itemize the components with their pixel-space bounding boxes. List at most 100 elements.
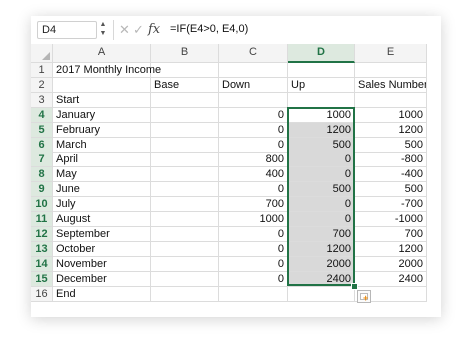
cell-a16[interactable]: End <box>53 286 151 302</box>
cell-c5[interactable]: 0 <box>219 122 288 138</box>
quick-analysis-button[interactable]: + <box>357 289 371 303</box>
cell-a3[interactable]: Start <box>53 92 151 108</box>
cell-c13[interactable]: 0 <box>219 241 288 257</box>
row-header[interactable]: 7 <box>31 152 53 168</box>
cell-c2[interactable]: Down <box>219 77 288 93</box>
cell-b13[interactable] <box>151 241 219 257</box>
row-header[interactable]: 5 <box>31 122 53 138</box>
cell-d10[interactable]: 0 <box>288 197 355 213</box>
cell-c16[interactable] <box>219 286 288 302</box>
cell-e4[interactable]: 1000 <box>355 107 427 123</box>
cell-d15[interactable]: 2400 <box>288 271 355 287</box>
column-header-e[interactable]: E <box>355 44 427 63</box>
cell-b3[interactable] <box>151 92 219 108</box>
cell-c4[interactable]: 0 <box>219 107 288 123</box>
cell-b7[interactable] <box>151 152 219 168</box>
cell-d9[interactable]: 500 <box>288 182 355 198</box>
select-all-corner[interactable] <box>31 44 53 63</box>
cell-a6[interactable]: March <box>53 137 151 153</box>
cell-e15[interactable]: 2400 <box>355 271 427 287</box>
cell-b2[interactable]: Base <box>151 77 219 93</box>
cell-a12[interactable]: September <box>53 226 151 242</box>
cell-b11[interactable] <box>151 212 219 227</box>
cell-e14[interactable]: 2000 <box>355 256 427 272</box>
cell-b6[interactable] <box>151 137 219 153</box>
cell-d11[interactable]: 0 <box>288 212 355 227</box>
cell-a15[interactable]: December <box>53 271 151 287</box>
cell-d16[interactable] <box>288 286 355 302</box>
cell-e5[interactable]: 1200 <box>355 122 427 138</box>
row-header[interactable]: 13 <box>31 241 53 257</box>
cell-b12[interactable] <box>151 226 219 242</box>
cell-d3[interactable] <box>288 92 355 108</box>
cell-e7[interactable]: -800 <box>355 152 427 168</box>
cell-e8[interactable]: -400 <box>355 167 427 183</box>
cell-d14[interactable]: 2000 <box>288 256 355 272</box>
row-header[interactable]: 6 <box>31 137 53 153</box>
cell-e6[interactable]: 500 <box>355 137 427 153</box>
row-header[interactable]: 1 <box>31 63 53 78</box>
row-header[interactable]: 4 <box>31 107 53 123</box>
column-header-d[interactable]: D <box>288 44 355 63</box>
cell-c9[interactable]: 0 <box>219 182 288 198</box>
cell-c14[interactable]: 0 <box>219 256 288 272</box>
row-header[interactable]: 12 <box>31 226 53 242</box>
cell-a4[interactable]: January <box>53 107 151 123</box>
cell-d7[interactable]: 0 <box>288 152 355 168</box>
cell-e13[interactable]: 1200 <box>355 241 427 257</box>
cell-a13[interactable]: October <box>53 241 151 257</box>
cell-e12[interactable]: 700 <box>355 226 427 242</box>
cell-d1[interactable] <box>288 63 355 78</box>
cell-b8[interactable] <box>151 167 219 183</box>
cell-c10[interactable]: 700 <box>219 197 288 213</box>
cell-c12[interactable]: 0 <box>219 226 288 242</box>
row-header[interactable]: 8 <box>31 167 53 183</box>
cell-d6[interactable]: 500 <box>288 137 355 153</box>
cell-a9[interactable]: June <box>53 182 151 198</box>
row-header[interactable]: 9 <box>31 182 53 198</box>
cell-a8[interactable]: May <box>53 167 151 183</box>
cell-e9[interactable]: 500 <box>355 182 427 198</box>
row-header[interactable]: 3 <box>31 92 53 108</box>
column-header-b[interactable]: B <box>151 44 219 63</box>
row-header[interactable]: 15 <box>31 271 53 287</box>
cell-b14[interactable] <box>151 256 219 272</box>
cell-e1[interactable] <box>355 63 427 78</box>
insert-function-icon[interactable]: fx <box>148 21 160 38</box>
cell-b15[interactable] <box>151 271 219 287</box>
cell-a11[interactable]: August <box>53 212 151 227</box>
row-header[interactable]: 2 <box>31 77 53 93</box>
cell-c3[interactable] <box>219 92 288 108</box>
cell-d13[interactable]: 1200 <box>288 241 355 257</box>
cell-b4[interactable] <box>151 107 219 123</box>
enter-icon[interactable]: ✓ <box>133 22 144 38</box>
name-box[interactable]: D4 <box>37 21 97 39</box>
cell-a2[interactable] <box>53 77 151 93</box>
row-header[interactable]: 11 <box>31 212 53 227</box>
cell-b1[interactable] <box>151 63 219 78</box>
cell-c15[interactable]: 0 <box>219 271 288 287</box>
cell-b5[interactable] <box>151 122 219 138</box>
cell-b16[interactable] <box>151 286 219 302</box>
cancel-icon[interactable]: ✕ <box>119 22 130 38</box>
cell-b10[interactable] <box>151 197 219 213</box>
cell-e10[interactable]: -700 <box>355 197 427 213</box>
cell-d8[interactable]: 0 <box>288 167 355 183</box>
cell-a1[interactable]: 2017 Monthly Income <box>53 63 161 78</box>
row-header[interactable]: 10 <box>31 197 53 213</box>
cell-a14[interactable]: November <box>53 256 151 272</box>
cell-c8[interactable]: 400 <box>219 167 288 183</box>
cell-e2[interactable]: Sales Number <box>355 77 427 93</box>
cell-d5[interactable]: 1200 <box>288 122 355 138</box>
cell-c6[interactable]: 0 <box>219 137 288 153</box>
row-header[interactable]: 14 <box>31 256 53 272</box>
formula-input[interactable]: =IF(E4>0, E4,0) <box>170 21 248 38</box>
cell-a7[interactable]: April <box>53 152 151 168</box>
cell-c7[interactable]: 800 <box>219 152 288 168</box>
cell-d12[interactable]: 700 <box>288 226 355 242</box>
cell-d4[interactable]: 1000 <box>288 107 355 123</box>
cell-d2[interactable]: Up <box>288 77 355 93</box>
cell-c1[interactable] <box>219 63 288 78</box>
cell-e3[interactable] <box>355 92 427 108</box>
name-box-dropdown-icon[interactable]: ▲ ▼ <box>99 20 107 40</box>
